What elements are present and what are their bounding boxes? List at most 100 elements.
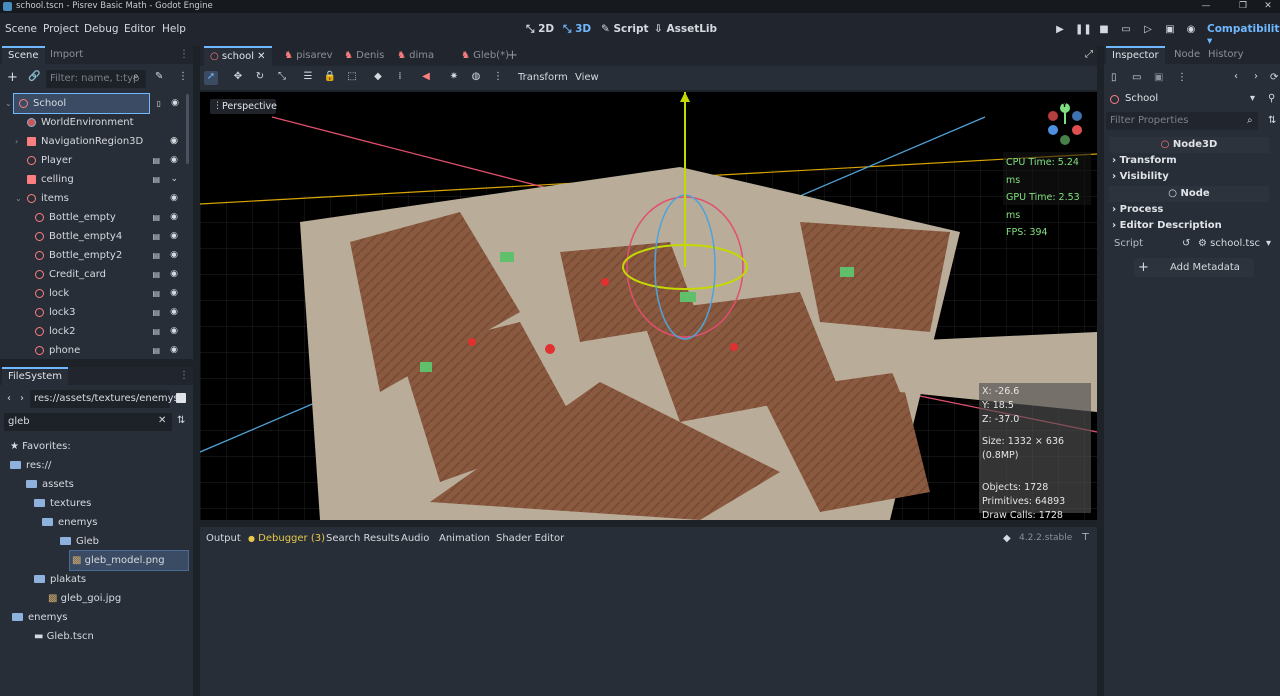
new-resource-icon[interactable]: ▯ [1111, 72, 1117, 83]
scene-node-0[interactable]: ⌄ School ◉ ▯ [5, 93, 179, 114]
inspector-menu-icon[interactable]: ⋮ [1177, 72, 1187, 83]
minimize-icon[interactable]: — [1192, 0, 1220, 13]
tab-inspector[interactable]: Inspector [1106, 46, 1165, 64]
scene-options-icon[interactable]: ⋮ [178, 71, 188, 82]
instance-scene-icon[interactable]: ▤ [152, 341, 160, 360]
filesystem-search-input[interactable]: gleb [4, 413, 172, 431]
menu-editor[interactable]: Editor [124, 23, 155, 35]
camera-preview-icon[interactable]: ◀ [419, 71, 433, 85]
tab-audio[interactable]: Audio [401, 533, 429, 544]
view-gizmo[interactable]: Y [1043, 101, 1087, 146]
history-forward-icon[interactable]: › [1254, 71, 1258, 82]
play-icon[interactable]: ▶ [1053, 24, 1067, 36]
menu-project[interactable]: Project [43, 23, 79, 35]
filter-properties-input[interactable]: Filter Properties [1106, 112, 1258, 130]
scene-node-11[interactable]: lock3 ◉ ▤ [0, 303, 186, 322]
dock-menu-icon[interactable]: ⋮ [179, 370, 189, 381]
scene-node-8[interactable]: Bottle_empty2 ◉ ▤ [0, 246, 186, 265]
scene-node-4[interactable]: celling ⌄ ▤ [0, 170, 186, 189]
scene-tab-2[interactable]: ♞ Denis [338, 46, 390, 66]
group-visibility[interactable]: › Visibility [1112, 171, 1169, 182]
fs-item-6[interactable]: ▩ gleb_model.png [69, 550, 189, 571]
split-mode-icon[interactable] [176, 393, 186, 403]
visibility-eye-icon[interactable]: ◉ [170, 151, 178, 170]
fs-item-7[interactable]: plakats [34, 570, 86, 589]
group-icon[interactable]: ⬚ [345, 71, 359, 85]
workspace-script-button[interactable]: ✎ Script [601, 23, 649, 35]
inspected-node-name[interactable]: School [1125, 93, 1158, 104]
local-space-icon[interactable]: ◆ [371, 71, 385, 85]
scene-node-1[interactable]: WorldEnvironment [0, 113, 186, 132]
3d-viewport[interactable]: ⋮ Perspective Y [200, 92, 1097, 520]
close-tab-icon[interactable]: ✕ [254, 51, 265, 62]
visibility-hidden-icon[interactable]: ⌄ [170, 170, 178, 189]
scene-tab-0[interactable]: ○ school ✕ [204, 46, 272, 66]
script-reset-icon[interactable]: ↺ [1182, 238, 1190, 249]
list-select-icon[interactable]: ☰ [301, 71, 315, 85]
view-menu[interactable]: View [575, 72, 599, 83]
instance-scene-icon[interactable]: ▤ [152, 246, 160, 265]
maximize-icon[interactable]: ❐ [1229, 0, 1257, 13]
filter-options-icon[interactable]: ⇅ [1268, 115, 1276, 126]
workspace-assetlib-button[interactable]: ⇩ AssetLib [654, 23, 717, 35]
tab-history[interactable]: History [1202, 46, 1250, 64]
dock-menu-icon[interactable]: ⋮ [179, 49, 189, 60]
pause-icon[interactable]: ❚❚ [1075, 24, 1092, 36]
tab-animation[interactable]: Animation [439, 533, 490, 544]
rotate-tool-icon[interactable]: ↻ [253, 71, 267, 85]
node-path-icon[interactable]: ⚲ [1268, 93, 1275, 104]
instance-scene-icon[interactable]: ▤ [152, 284, 160, 303]
scene-tab-4[interactable]: ♞ Gleb(*) [455, 46, 515, 66]
scene-scrollbar[interactable] [186, 94, 189, 164]
instance-scene-icon[interactable]: ▤ [152, 151, 160, 170]
sun-icon[interactable]: ✷ [447, 71, 461, 85]
visibility-eye-icon[interactable]: ◉ [170, 208, 178, 227]
sort-icon[interactable]: ⇅ [177, 415, 185, 426]
instance-scene-icon[interactable]: ▤ [152, 303, 160, 322]
visibility-eye-icon[interactable]: ◉ [170, 341, 178, 360]
fs-item-5[interactable]: Gleb [60, 532, 99, 551]
visibility-eye-icon[interactable]: ◉ [170, 322, 178, 341]
perspective-label[interactable]: Perspective [222, 101, 277, 112]
visibility-eye-icon[interactable]: ◉ [170, 303, 178, 322]
script-field[interactable]: ⚙ school.tsc [1198, 238, 1260, 249]
expand-arrow-icon[interactable]: ⌄ [5, 94, 12, 113]
scene-node-12[interactable]: lock2 ◉ ▤ [0, 322, 186, 341]
scene-node-5[interactable]: ⌄ items ◉ [0, 189, 186, 208]
lock-icon[interactable]: 🔒 [323, 71, 337, 85]
scene-node-7[interactable]: Bottle_empty4 ◉ ▤ [0, 227, 186, 246]
tab-output[interactable]: Output [206, 533, 241, 544]
instance-scene-icon[interactable]: ▤ [152, 227, 160, 246]
forward-icon[interactable]: › [20, 393, 24, 404]
menu-scene[interactable]: Scene [5, 23, 37, 35]
tab-node[interactable]: Node [1168, 46, 1206, 64]
tab-filesystem[interactable]: FileSystem [2, 367, 69, 385]
link-icon[interactable]: 🔗 [28, 71, 40, 82]
fs-item-8[interactable]: ▩ gleb_goi.jpg [48, 589, 121, 608]
visibility-eye-icon[interactable]: ◉ [170, 189, 178, 208]
visibility-eye-icon[interactable]: ◉ [170, 246, 178, 265]
stop-icon[interactable]: ■ [1097, 24, 1111, 36]
instance-scene-icon[interactable]: ▤ [152, 208, 160, 227]
scene-node-13[interactable]: phone ◉ ▤ [0, 341, 186, 360]
clear-icon[interactable]: ✕ [158, 415, 166, 426]
attach-script-icon[interactable]: ✎ [155, 71, 163, 82]
play-scene-icon[interactable]: ▷ [1141, 24, 1155, 36]
scene-node-3[interactable]: Player ◉ ▤ [0, 151, 186, 170]
fs-item-3[interactable]: textures [34, 494, 91, 513]
pin-panel-icon[interactable]: ⊤ [1081, 532, 1090, 543]
scene-filter-input[interactable]: Filter: name, t:typ [46, 70, 146, 88]
tab-import[interactable]: Import [44, 46, 89, 64]
workspace-2d-button[interactable]: ⤡ 2D [526, 23, 554, 36]
visibility-eye-icon[interactable]: ◉ [170, 265, 178, 284]
fs-item-4[interactable]: enemys [42, 513, 98, 532]
visibility-eye-icon[interactable]: ◉ [170, 227, 178, 246]
menu-debug[interactable]: Debug [84, 23, 119, 35]
play-custom-icon[interactable]: ▣ [1163, 24, 1177, 36]
scene-tab-1[interactable]: ♞ pisarev [278, 46, 339, 66]
filesystem-path-input[interactable]: res://assets/textures/enemys/ [30, 390, 182, 408]
workspace-3d-button[interactable]: ⤡ 3D [563, 23, 591, 36]
scene-node-2[interactable]: › NavigationRegion3D ◉ ◉ [0, 132, 186, 151]
object-history-icon[interactable]: ⟳ [1270, 72, 1278, 83]
scene-tab-3[interactable]: ♞ dima [391, 46, 440, 66]
